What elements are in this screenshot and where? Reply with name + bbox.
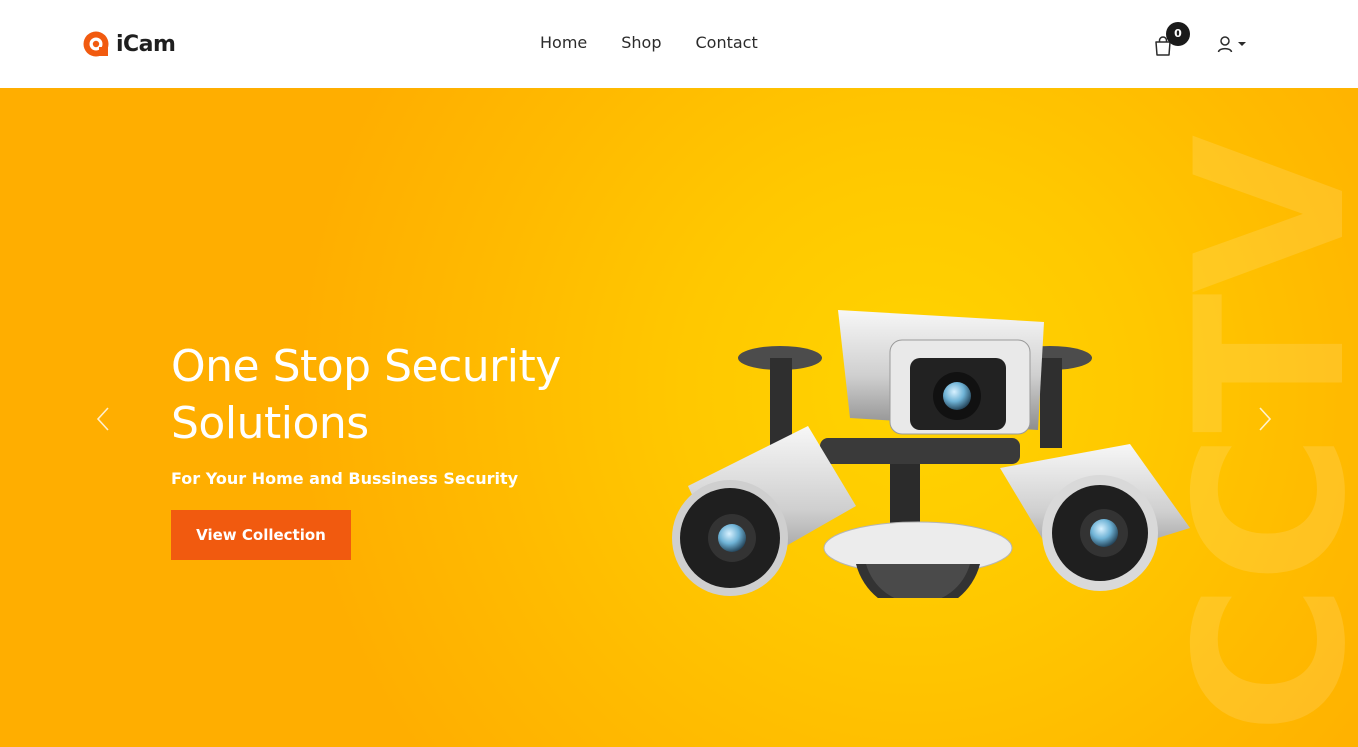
view-collection-button[interactable]: View Collection [171,510,351,560]
chevron-down-icon [1238,42,1246,46]
chevron-right-icon[interactable] [1252,404,1276,434]
hero-subtitle: For Your Home and Bussiness Security [171,469,519,488]
cart-button[interactable]: 0 [1153,22,1190,60]
cart-count-badge: 0 [1166,22,1190,46]
nav-home[interactable]: Home [540,30,587,56]
cctv-cameras-image [672,310,1190,598]
watermark-text: CCTV [1182,135,1358,734]
user-menu[interactable] [1216,33,1250,55]
logo-text: iCam [116,31,176,57]
user-icon [1217,36,1233,53]
site-header: iCam Home Shop Contact 0 [0,0,1358,88]
hero-title: One Stop Security Solutions [171,341,561,449]
logo[interactable]: iCam [82,28,176,60]
chevron-left-icon[interactable] [92,404,116,434]
nav-contact[interactable]: Contact [696,30,758,56]
main-nav: Home Shop Contact [540,30,758,56]
hero-slider: CCTV One Stop Security Solutions For You… [0,88,1358,747]
logo-icon [83,31,109,57]
nav-shop[interactable]: Shop [621,30,661,56]
